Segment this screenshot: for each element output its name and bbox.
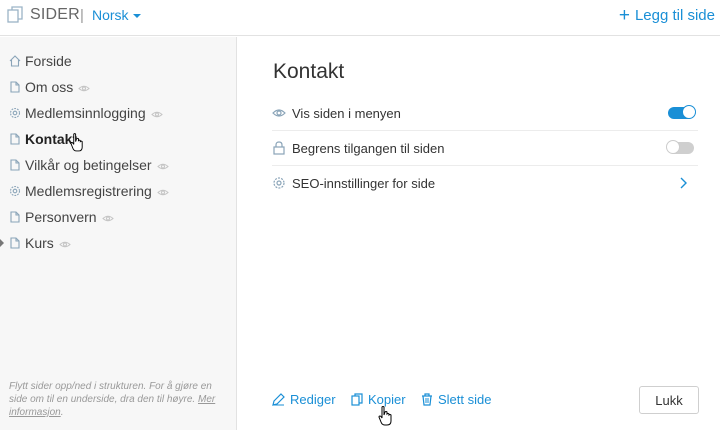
app-title: SIDER	[30, 6, 80, 23]
delete-page-button[interactable]: Slett side	[421, 392, 491, 407]
setting-label: Begrens tilgangen til siden	[292, 141, 445, 156]
eye-icon	[101, 208, 114, 228]
edit-button[interactable]: Rediger	[272, 392, 336, 407]
edit-label: Rediger	[290, 392, 336, 407]
sidebar-item-label: Kurs	[25, 235, 54, 251]
setting-label: Vis siden i menyen	[292, 106, 401, 121]
gear-icon	[9, 104, 21, 124]
plus-icon: +	[618, 5, 630, 26]
hint-period: .	[60, 407, 64, 418]
edit-icon	[272, 393, 285, 406]
sidebar: Forside Om oss Medlemsinnlogging Kontakt Vil…	[0, 37, 237, 430]
page-icon	[9, 234, 21, 254]
eye-icon	[272, 109, 286, 117]
eye-icon	[59, 234, 71, 254]
expand-arrow-icon[interactable]	[0, 239, 4, 247]
restrict-access-toggle[interactable]	[666, 140, 694, 154]
lock-icon	[273, 141, 285, 155]
trash-icon	[422, 393, 432, 406]
header-separator: |	[80, 7, 84, 24]
toggle-knob	[682, 105, 696, 119]
eye-icon	[78, 78, 90, 98]
sidebar-item-label: Medlemsinnlogging	[25, 105, 146, 121]
sidebar-item[interactable]: Vilkår og betingelser	[0, 155, 169, 181]
language-label: Norsk	[92, 7, 129, 23]
copy-button[interactable]: Kopier	[351, 392, 406, 407]
gear-icon	[9, 182, 21, 202]
close-button[interactable]: Lukk	[639, 386, 699, 414]
sidebar-hint: Flytt sider opp/ned i strukturen. For å …	[9, 380, 229, 419]
sidebar-item-label: Personvern	[25, 209, 97, 225]
sidebar-hint-text: Flytt sider opp/ned i strukturen. For å …	[9, 381, 212, 405]
delete-label: Slett side	[438, 392, 492, 407]
setting-label: SEO-innstillinger for side	[292, 176, 436, 191]
eye-icon	[150, 104, 163, 124]
setting-row-show-in-menu[interactable]: Vis siden i menyen	[272, 96, 698, 131]
top-bar: SIDER | Norsk + Legg til side	[0, 0, 720, 36]
sidebar-item[interactable]: Om oss	[0, 77, 169, 103]
page-icon	[9, 208, 21, 228]
add-page-label: Legg til side	[634, 7, 715, 24]
setting-row-seo[interactable]: SEO-innstillinger for side	[272, 166, 698, 201]
pages-icon	[7, 6, 23, 23]
sidebar-item[interactable]: Forside	[0, 51, 169, 77]
language-dropdown[interactable]: Norsk	[92, 7, 141, 23]
sidebar-item[interactable]: Kontakt	[0, 129, 169, 155]
chevron-right-icon	[680, 177, 687, 189]
home-icon	[9, 52, 21, 72]
sidebar-item[interactable]: Personvern	[0, 207, 169, 233]
eye-icon	[157, 182, 169, 202]
settings-list: Vis siden i menyen Begrens tilgangen til…	[272, 96, 698, 201]
sidebar-item[interactable]: Medlemsinnlogging	[0, 103, 169, 129]
add-page-button[interactable]: + Legg til side	[619, 5, 715, 27]
hand-cursor-icon	[378, 406, 392, 426]
sidebar-item[interactable]: Kurs	[0, 233, 169, 259]
page-icon	[9, 78, 21, 98]
page-icon	[9, 130, 21, 150]
sidebar-item[interactable]: Medlemsregistrering	[0, 181, 169, 207]
sidebar-item-label: Medlemsregistrering	[25, 183, 152, 199]
copy-label: Kopier	[368, 392, 406, 407]
sidebar-item-label: Forside	[25, 53, 72, 69]
gear-icon	[273, 177, 285, 189]
eye-icon	[156, 156, 169, 176]
sidebar-item-label: Om oss	[25, 79, 74, 95]
page-title: Kontakt	[273, 60, 345, 83]
page-icon	[9, 156, 21, 176]
sidebar-item-label: Vilkår og betingelser	[25, 157, 152, 173]
toggle-knob	[666, 140, 680, 154]
show-in-menu-toggle[interactable]	[668, 105, 696, 119]
setting-row-restrict-access[interactable]: Begrens tilgangen til siden	[272, 131, 698, 166]
copy-icon	[351, 393, 363, 406]
hand-cursor-icon	[70, 133, 85, 157]
caret-down-icon	[132, 14, 141, 19]
page-tree: Forside Om oss Medlemsinnlogging Kontakt Vil…	[0, 51, 169, 259]
